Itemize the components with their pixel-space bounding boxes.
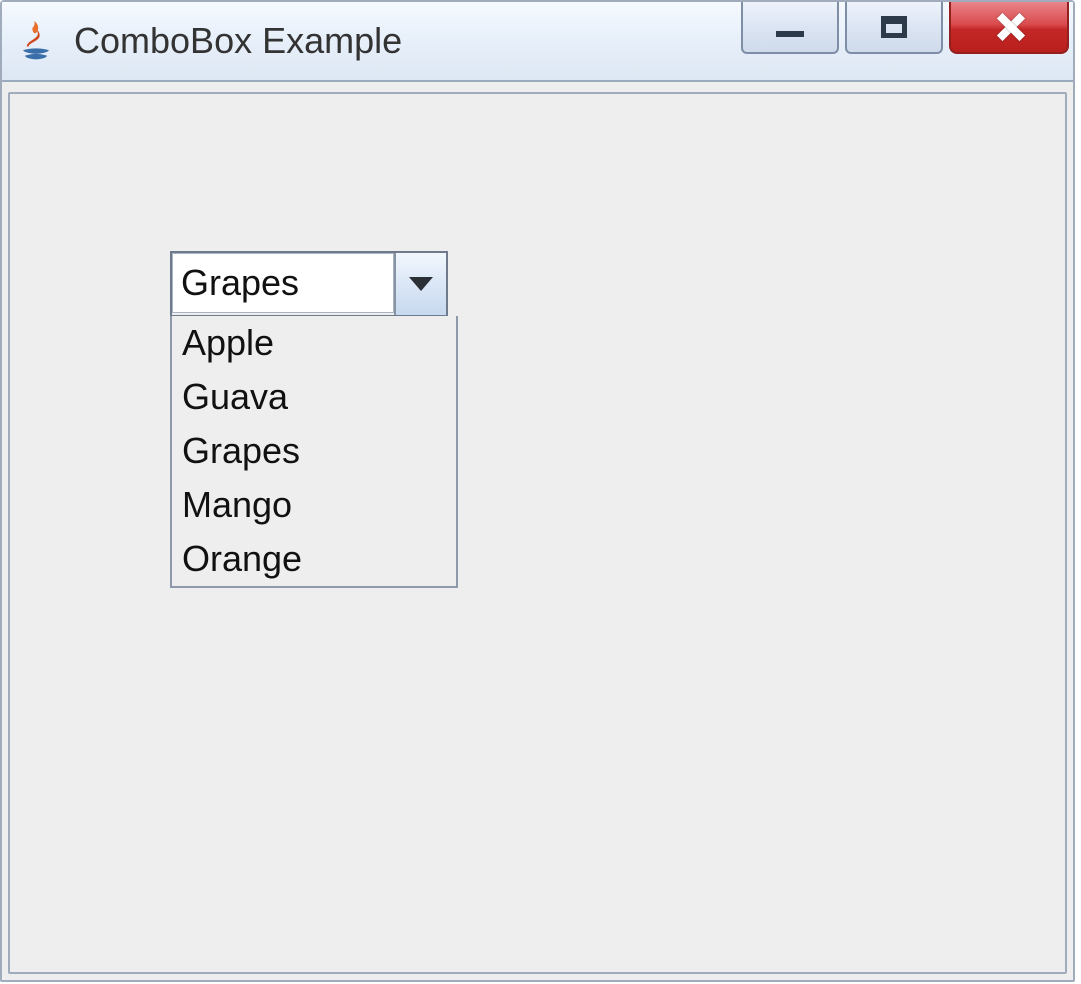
combobox-selected-value[interactable]: Grapes (172, 253, 394, 313)
client-area: Grapes Apple Guava Grapes Mango Orange (8, 92, 1067, 974)
combobox-option[interactable]: Apple (172, 316, 456, 370)
title-bar: ComboBox Example (2, 2, 1073, 82)
java-app-icon (12, 17, 60, 65)
maximize-button[interactable] (845, 2, 943, 54)
combobox-selected-text: Grapes (181, 262, 299, 304)
close-icon (989, 7, 1029, 47)
combobox-option[interactable]: Grapes (172, 424, 456, 478)
minimize-button[interactable] (741, 2, 839, 54)
combobox-arrow-button[interactable] (394, 253, 446, 315)
chevron-down-icon (409, 277, 433, 291)
close-button[interactable] (949, 2, 1069, 54)
fruit-combobox[interactable]: Grapes (170, 251, 448, 317)
window-frame: ComboBox Example Grapes Apple Guava (0, 0, 1075, 982)
combobox-option[interactable]: Orange (172, 532, 456, 586)
maximize-icon (881, 16, 907, 38)
combobox-option[interactable]: Guava (172, 370, 456, 424)
window-controls (735, 2, 1069, 58)
combobox-option[interactable]: Mango (172, 478, 456, 532)
window-title: ComboBox Example (74, 20, 402, 62)
combobox-dropdown: Apple Guava Grapes Mango Orange (170, 316, 458, 588)
minimize-icon (776, 31, 804, 37)
